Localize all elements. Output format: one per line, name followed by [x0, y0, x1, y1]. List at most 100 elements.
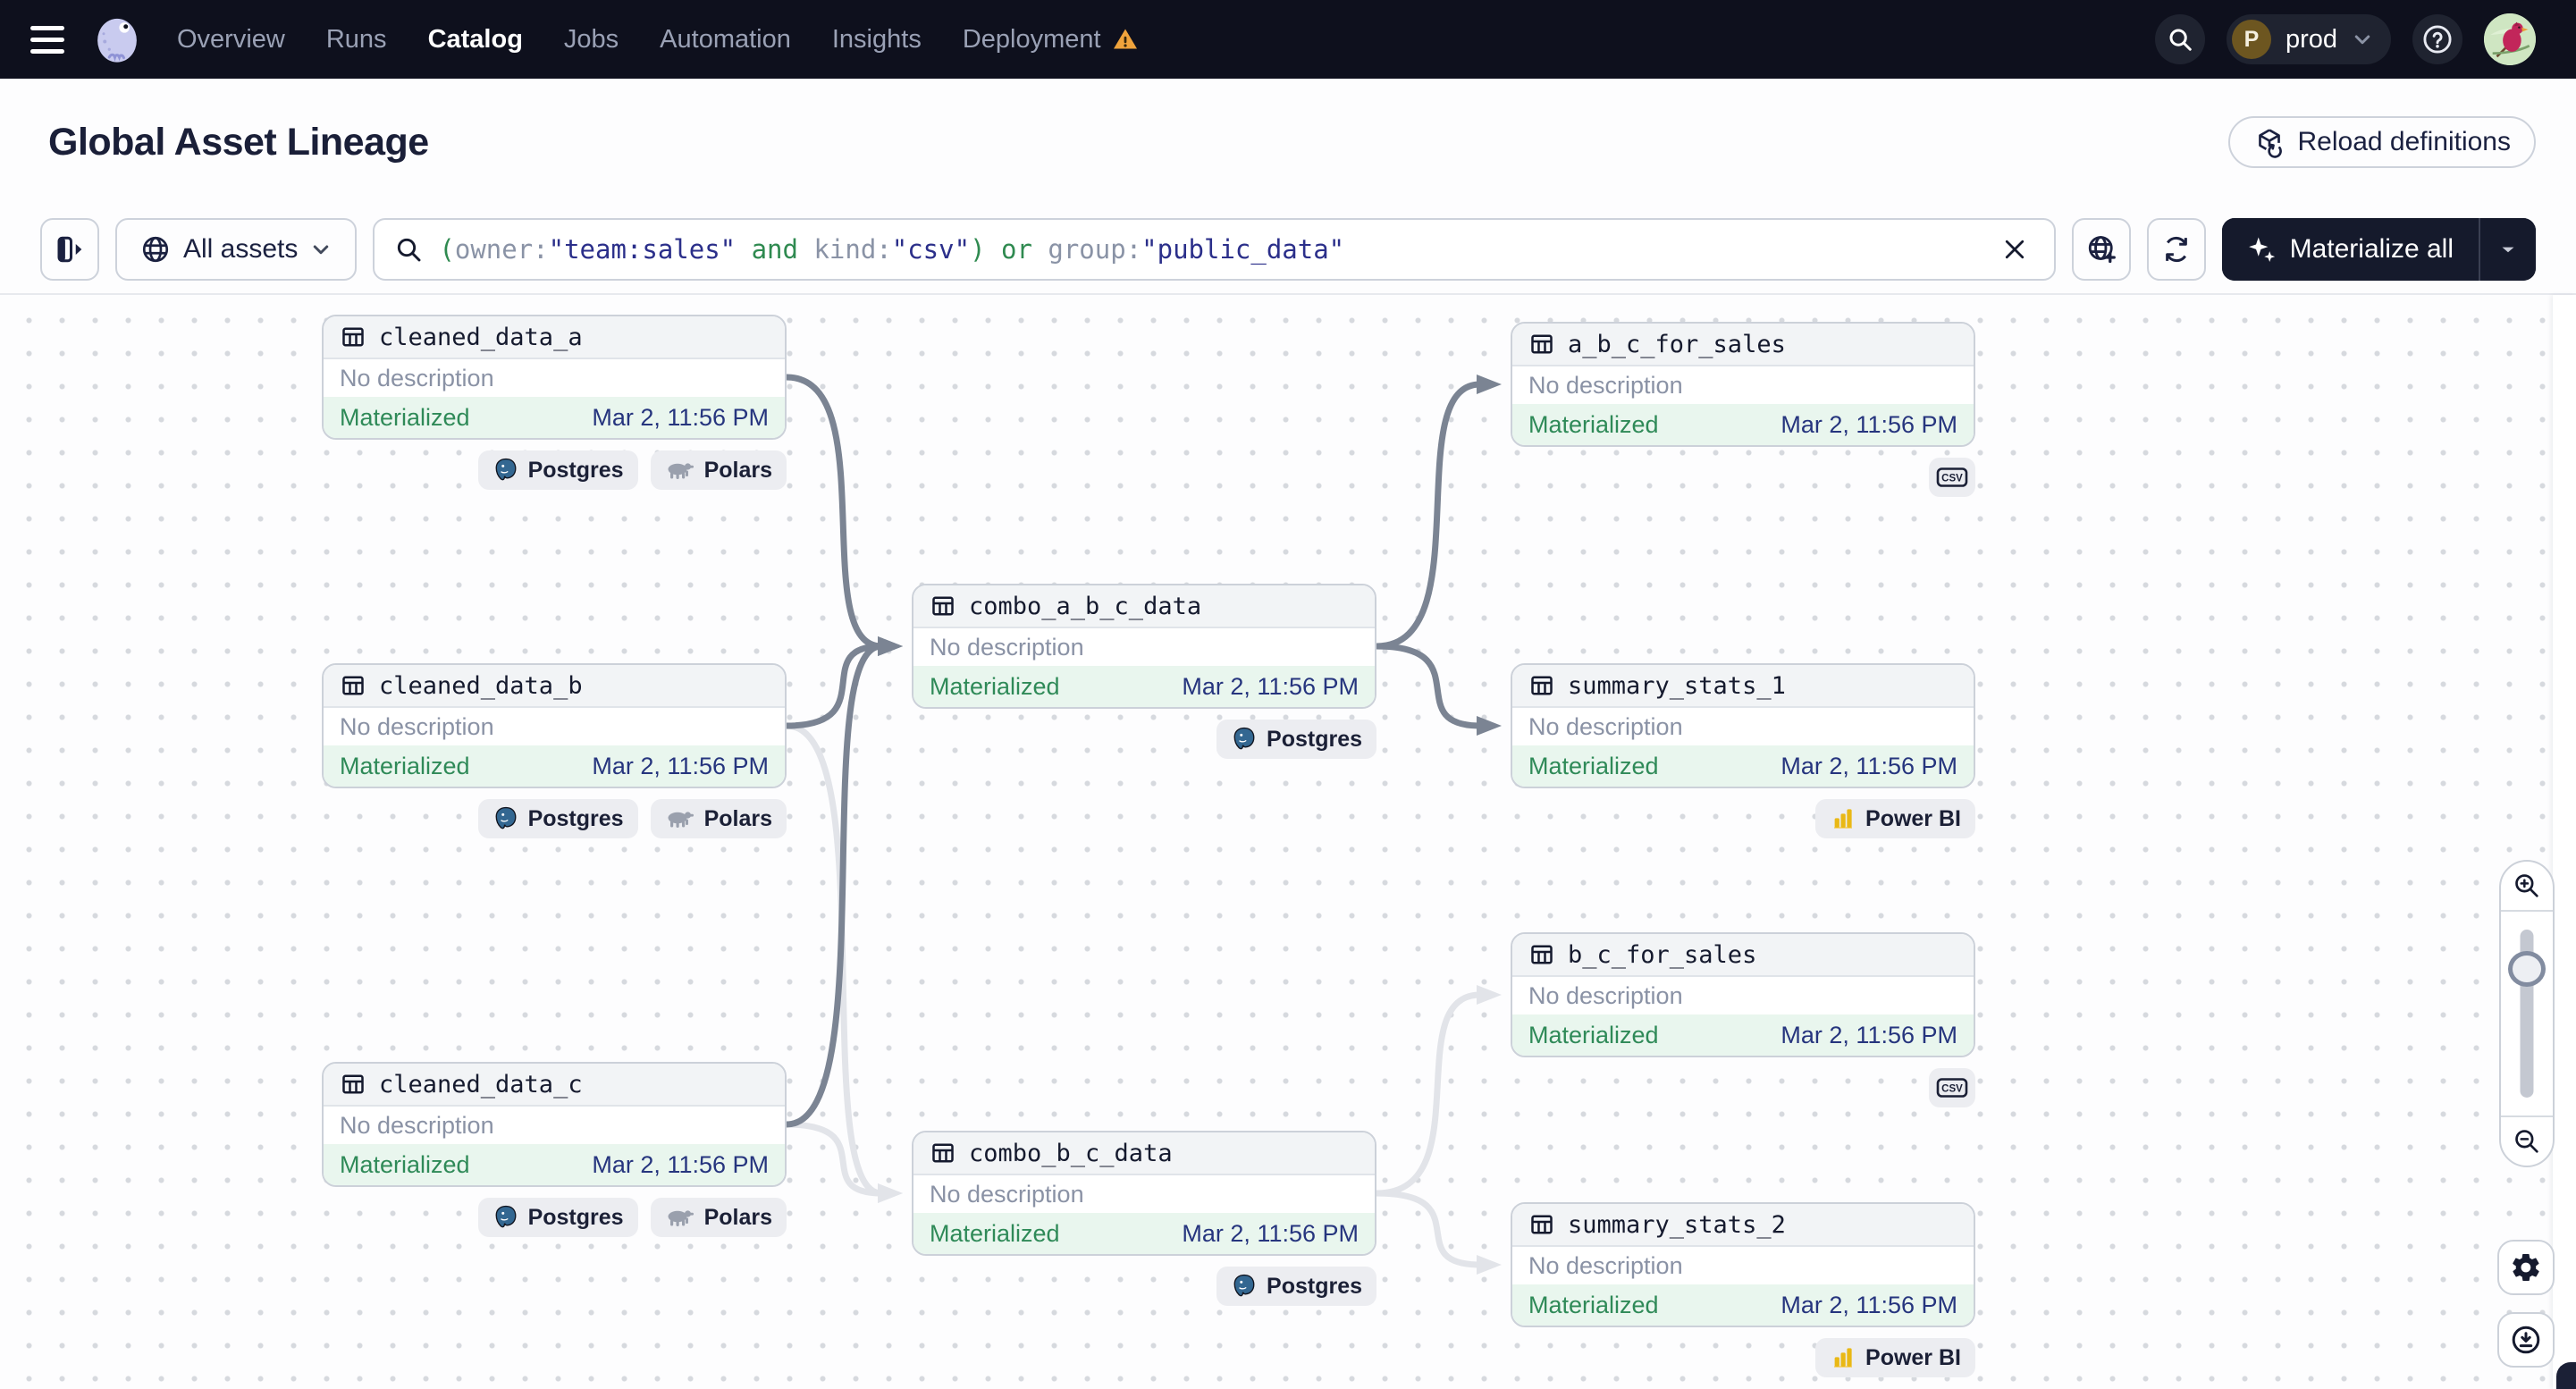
- asset-node-header: cleaned_data_b: [324, 665, 785, 708]
- tag-label: Polars: [703, 1204, 772, 1230]
- asset-node-cleaned_data_a[interactable]: cleaned_data_a No description Materialized…: [322, 315, 787, 440]
- table-icon: [930, 593, 956, 619]
- tag-label: Postgres: [1267, 1273, 1362, 1299]
- asset-status-badge: Materialized: [340, 752, 470, 779]
- asset-timestamp: Mar 2, 11:56 PM: [1780, 410, 1957, 438]
- zoom-slider-thumb[interactable]: [2508, 951, 2546, 987]
- asset-tag-postgres[interactable]: Postgres: [477, 450, 638, 490]
- help-button[interactable]: [2412, 14, 2462, 64]
- asset-node-cleaned_data_c[interactable]: cleaned_data_c No description Materialized…: [322, 1062, 787, 1187]
- lineage-edge-cleaned_data_a-to-combo_a_b_c_data: [783, 374, 903, 656]
- nav-item-jobs[interactable]: Jobs: [564, 25, 619, 55]
- materialize-all-button[interactable]: Materialize all: [2221, 218, 2479, 281]
- asset-tag-powerbi[interactable]: Power BI: [1815, 799, 1975, 838]
- asset-node-header: combo_a_b_c_data: [913, 585, 1375, 628]
- materialize-options-button[interactable]: [2479, 218, 2536, 281]
- dagster-logo-icon[interactable]: [89, 12, 145, 67]
- materialize-all-label: Materialize all: [2289, 234, 2454, 264]
- asset-tag-polars[interactable]: Polars: [650, 1198, 787, 1237]
- graph-settings-button[interactable]: [2497, 1240, 2555, 1295]
- postgres-icon: [492, 1204, 519, 1231]
- asset-tag-polars[interactable]: Polars: [650, 450, 787, 490]
- asset-name: combo_b_c_data: [969, 1139, 1173, 1167]
- chevron-down-icon: [2502, 247, 2514, 253]
- sparkle-icon: [2248, 237, 2275, 263]
- asset-name: cleaned_data_c: [379, 1070, 583, 1099]
- asset-description: No description: [340, 1111, 494, 1139]
- nav-item-deployment[interactable]: Deployment: [963, 25, 1139, 55]
- asset-tag-csv[interactable]: CSV: [1929, 458, 1975, 497]
- query-token-op: ) or: [970, 234, 1048, 265]
- lineage-edge-cleaned_data_c-to-combo_a_b_c_data: [783, 636, 903, 1128]
- zoom-slider[interactable]: [2501, 912, 2553, 1115]
- asset-node-combo_b_c_data[interactable]: combo_b_c_data No description Materialized…: [912, 1131, 1376, 1256]
- tag-label: Polars: [703, 457, 772, 483]
- asset-search-input[interactable]: (owner:"team:sales" and kind:"csv") or g…: [373, 218, 2056, 281]
- reload-definitions-label: Reload definitions: [2297, 127, 2512, 156]
- asset-node-combo_a_b_c_data[interactable]: combo_a_b_c_data No description Materializ…: [912, 584, 1376, 709]
- tag-label: Power BI: [1865, 805, 1961, 831]
- asset-node-cleaned_data_b[interactable]: cleaned_data_b No description Materialized…: [322, 663, 787, 788]
- search-button[interactable]: [2154, 14, 2205, 64]
- asset-tag-row: Postgres Polars: [322, 799, 787, 838]
- search-icon: [2169, 29, 2192, 51]
- asset-tag-polars[interactable]: Polars: [650, 799, 787, 838]
- polars-icon: [665, 1207, 695, 1228]
- asset-status-row: Materialized Mar 2, 11:56 PM: [1512, 404, 1974, 445]
- asset-name: a_b_c_for_sales: [1568, 330, 1786, 358]
- refresh-button[interactable]: [2146, 218, 2206, 281]
- asset-scope-filter[interactable]: All assets: [115, 218, 358, 281]
- zoom-in-icon: [2515, 874, 2538, 897]
- table-icon: [1528, 941, 1555, 968]
- asset-tag-postgres[interactable]: Postgres: [477, 1198, 638, 1237]
- nav-item-runs[interactable]: Runs: [326, 25, 387, 55]
- asset-node-summary_stats_1[interactable]: summary_stats_1 No description Materialize…: [1511, 663, 1975, 788]
- asset-description: No description: [930, 633, 1084, 661]
- postgres-icon: [492, 457, 519, 484]
- nav-item-insights[interactable]: Insights: [832, 25, 922, 55]
- asset-tag-postgres[interactable]: Postgres: [477, 799, 638, 838]
- nav-item-automation[interactable]: Automation: [660, 25, 791, 55]
- tag-label: Postgres: [527, 805, 624, 831]
- download-image-button[interactable]: [2497, 1312, 2555, 1368]
- asset-timestamp: Mar 2, 11:56 PM: [592, 752, 769, 779]
- asset-scope-label: All assets: [183, 234, 299, 264]
- zoom-controls: [2499, 860, 2555, 1167]
- nav-menu-icon[interactable]: [30, 20, 70, 59]
- asset-tag-csv[interactable]: CSV: [1929, 1068, 1975, 1107]
- clear-search-button[interactable]: [1995, 230, 2034, 269]
- asset-name: summary_stats_1: [1568, 671, 1786, 700]
- zoom-out-button[interactable]: [2501, 1115, 2553, 1166]
- asset-tag-row: Power BI: [1511, 799, 1975, 838]
- dagster-app: Overview Runs Catalog Jobs Automation Insight…: [0, 0, 2576, 1389]
- nav-item-overview[interactable]: Overview: [177, 25, 285, 55]
- reload-icon: [2258, 129, 2282, 158]
- asset-node-summary_stats_2[interactable]: summary_stats_2 No description Materialize…: [1511, 1202, 1975, 1327]
- nav-item-label: Automation: [660, 24, 791, 54]
- lineage-canvas[interactable]: cleaned_data_a No description Materialized…: [0, 295, 2576, 1389]
- asset-tag-row: Power BI: [1511, 1338, 1975, 1377]
- asset-tag-postgres[interactable]: Postgres: [1216, 1267, 1376, 1306]
- asset-tag-postgres[interactable]: Postgres: [1216, 720, 1376, 759]
- nav-item-catalog[interactable]: Catalog: [428, 25, 523, 55]
- asset-name: cleaned_data_b: [379, 671, 583, 700]
- search-query-text: (owner:"team:sales" and kind:"csv") or g…: [439, 234, 1978, 265]
- asset-node-a_b_c_for_sales[interactable]: a_b_c_for_sales No description Materialize…: [1511, 322, 1975, 447]
- deployment-switcher[interactable]: P prod: [2226, 14, 2391, 64]
- panel-expand-icon: [57, 236, 82, 263]
- warning-icon: [1113, 29, 1137, 49]
- asset-tag-powerbi[interactable]: Power BI: [1815, 1338, 1975, 1377]
- asset-description: No description: [1528, 712, 1683, 740]
- reload-definitions-button[interactable]: Reload definitions: [2227, 116, 2536, 168]
- asset-status-row: Materialized Mar 2, 11:56 PM: [324, 397, 785, 438]
- isolate-selection-button[interactable]: [2071, 218, 2131, 281]
- asset-node-b_c_for_sales[interactable]: b_c_for_sales No description Materialized M…: [1511, 932, 1975, 1057]
- collapsed-right-panel: [2553, 295, 2576, 1389]
- open-side-panel-button[interactable]: [40, 218, 99, 281]
- user-avatar[interactable]: [2484, 13, 2536, 65]
- zoom-in-button[interactable]: [2501, 862, 2553, 912]
- asset-node-header: cleaned_data_c: [324, 1064, 785, 1107]
- globe-add-icon: [2088, 236, 2116, 264]
- chevron-down-icon: [2354, 35, 2370, 45]
- corner-widget[interactable]: [2556, 1362, 2576, 1389]
